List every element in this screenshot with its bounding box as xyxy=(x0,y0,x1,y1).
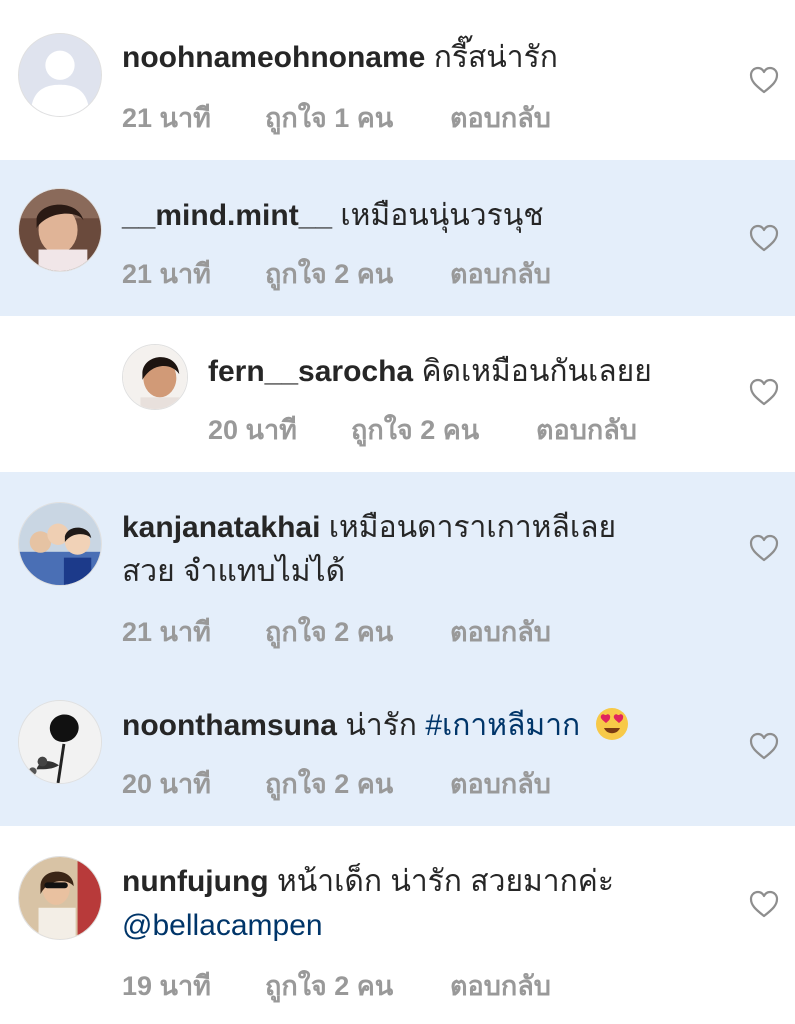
like-heart-icon[interactable] xyxy=(749,732,779,760)
comment-item: __mind.mint__ เหมือนนุ่นวรนุช 21 นาที ถู… xyxy=(0,160,795,316)
hashtag-link[interactable]: #เกาหลีมาก xyxy=(425,709,580,742)
username-link[interactable]: kanjanatakhai xyxy=(122,511,320,544)
reply-item: fern__sarocha คิดเหมือนกันเลยย 20 นาที ถ… xyxy=(0,316,795,472)
black-rose-icon xyxy=(19,701,101,783)
avatar[interactable] xyxy=(18,700,102,784)
username-link[interactable]: fern__sarocha xyxy=(208,355,413,388)
comment-text-continued: สวย จำแทบไม่ได้ xyxy=(122,555,346,588)
comment-text: __mind.mint__ เหมือนนุ่นวรนุช xyxy=(122,196,715,236)
avatar[interactable] xyxy=(18,502,102,586)
comment-item: noonthamsuna น่ารัก #เกาหลีมาก 20 นาที ถ… xyxy=(0,670,795,826)
comment-text: nunfujung หน้าเด็ก น่ารัก สวยมากค่ะ xyxy=(122,862,715,902)
user-photo-icon xyxy=(19,857,101,939)
comment-text: noohnameohnoname กรี๊สน่ารัก xyxy=(122,38,715,78)
reply-button[interactable]: ตอบกลับ xyxy=(450,610,551,653)
comment-meta: 21 นาที ถูกใจ 2 คน ตอบกลับ xyxy=(122,252,715,295)
user-photo-icon xyxy=(123,345,187,409)
reply-button[interactable]: ตอบกลับ xyxy=(450,964,551,1007)
reply-button[interactable]: ตอบกลับ xyxy=(536,408,637,451)
comment-body: หน้าเด็ก น่ารัก สวยมากค่ะ xyxy=(276,865,614,898)
comment-item: nunfujung หน้าเด็ก น่ารัก สวยมากค่ะ @bel… xyxy=(0,826,795,1024)
timestamp: 21 นาที xyxy=(122,259,211,289)
avatar[interactable] xyxy=(122,344,188,410)
comment-body: เหมือนนุ่นวรนุช xyxy=(340,199,544,232)
like-heart-icon[interactable] xyxy=(749,66,779,94)
avatar[interactable] xyxy=(18,33,102,117)
likes-link[interactable]: ถูกใจ 2 คน xyxy=(265,964,450,1007)
comment-body: น่ารัก xyxy=(345,709,417,742)
like-heart-icon[interactable] xyxy=(749,224,779,252)
username-link[interactable]: noohnameohnoname xyxy=(122,41,425,74)
comment-meta: 20 นาที ถูกใจ 2 คน ตอบกลับ xyxy=(122,762,715,805)
comment-item: noohnameohnoname กรี๊สน่ารัก 21 นาที ถูก… xyxy=(0,0,795,160)
comment-meta: 21 นาที ถูกใจ 1 คน ตอบกลับ xyxy=(122,96,715,139)
mention-link[interactable]: @bellacampen xyxy=(122,906,715,946)
avatar[interactable] xyxy=(18,856,102,940)
heart-eyes-emoji-icon xyxy=(595,707,629,741)
username-link[interactable]: __mind.mint__ xyxy=(122,199,332,232)
comment-body: คิดเหมือนกันเลยย xyxy=(421,355,652,388)
likes-link[interactable]: ถูกใจ 2 คน xyxy=(265,610,450,653)
user-photo-icon xyxy=(19,503,101,585)
reply-button[interactable]: ตอบกลับ xyxy=(450,252,551,295)
comment-meta: 19 นาที ถูกใจ 2 คน ตอบกลับ xyxy=(122,964,715,1007)
like-heart-icon[interactable] xyxy=(749,890,779,918)
timestamp: 21 นาที xyxy=(122,617,211,647)
comment-body: กรี๊สน่ารัก xyxy=(433,41,558,74)
like-heart-icon[interactable] xyxy=(749,534,779,562)
comment-item: kanjanatakhai เหมือนดาราเกาหลีเลย สวย จำ… xyxy=(0,472,795,670)
comment-meta: 20 นาที ถูกใจ 2 คน ตอบกลับ xyxy=(208,408,715,451)
reply-button[interactable]: ตอบกลับ xyxy=(450,96,551,139)
timestamp: 19 นาที xyxy=(122,971,211,1001)
comment-text: fern__sarocha คิดเหมือนกันเลยย xyxy=(208,352,715,392)
reply-button[interactable]: ตอบกลับ xyxy=(450,762,551,805)
comment-text: noonthamsuna น่ารัก #เกาหลีมาก xyxy=(122,706,715,746)
user-photo-icon xyxy=(19,189,101,271)
username-link[interactable]: noonthamsuna xyxy=(122,709,337,742)
avatar[interactable] xyxy=(18,188,102,272)
comment-body: เหมือนดาราเกาหลีเลย xyxy=(328,511,617,544)
likes-link[interactable]: ถูกใจ 2 คน xyxy=(265,762,450,805)
username-link[interactable]: nunfujung xyxy=(122,865,269,898)
default-user-icon xyxy=(19,34,101,116)
timestamp: 20 นาที xyxy=(122,769,211,799)
comment-text: kanjanatakhai เหมือนดาราเกาหลีเลย xyxy=(122,508,715,548)
comment-meta: 21 นาที ถูกใจ 2 คน ตอบกลับ xyxy=(122,610,715,653)
likes-link[interactable]: ถูกใจ 2 คน xyxy=(351,408,536,451)
likes-link[interactable]: ถูกใจ 1 คน xyxy=(265,96,450,139)
timestamp: 20 นาที xyxy=(208,415,297,445)
like-heart-icon[interactable] xyxy=(749,378,779,406)
likes-link[interactable]: ถูกใจ 2 คน xyxy=(265,252,450,295)
timestamp: 21 นาที xyxy=(122,103,211,133)
